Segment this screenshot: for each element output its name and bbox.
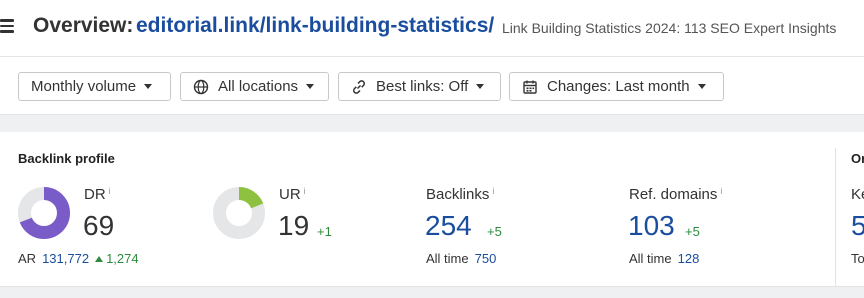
ref-domains-all-time-row: All time 128	[629, 251, 699, 266]
best-links-dropdown-label: Best links: Off	[376, 78, 469, 95]
cut-off-metric-value[interactable]: 5	[851, 210, 864, 242]
cut-off-metric-label: Ke	[851, 186, 864, 203]
all-time-label: All time	[426, 251, 469, 266]
backlinks-label-group: Backlinks i	[426, 186, 494, 203]
backlinks-all-time-value[interactable]: 750	[475, 251, 497, 266]
page-subtitle: Link Building Statistics 2024: 113 SEO E…	[502, 20, 837, 36]
globe-icon	[193, 79, 209, 95]
best-links-dropdown[interactable]: Best links: Off	[338, 72, 501, 101]
ur-label-group: UR i	[279, 186, 306, 203]
ref-domains-value[interactable]: 103	[628, 210, 675, 242]
locations-dropdown-label: All locations	[218, 78, 299, 95]
ref-domains-label-group: Ref. domains i	[629, 186, 722, 203]
ar-label: AR	[18, 251, 37, 266]
ref-domains-all-time-value[interactable]: 128	[678, 251, 700, 266]
all-time-label: All time	[629, 251, 672, 266]
link-icon	[351, 79, 367, 95]
backlinks-all-time-row: All time 750	[426, 251, 496, 266]
filter-bar: Monthly volume All locations Best links:…	[0, 56, 864, 114]
chevron-down-icon	[306, 84, 315, 89]
ar-change: 1,274	[95, 251, 139, 266]
locations-dropdown[interactable]: All locations	[180, 72, 329, 101]
info-icon[interactable]: i	[492, 186, 494, 196]
dr-value: 69	[83, 210, 115, 241]
target-url-link[interactable]: editorial.link/link-building-statistics/	[136, 14, 494, 38]
ur-donut-chart	[213, 187, 265, 239]
info-icon[interactable]: i	[304, 186, 306, 196]
section-separator	[0, 286, 864, 298]
dr-donut-chart	[18, 187, 70, 239]
backlink-profile-panel: Backlink profile Or DR i 69 AR 131,772 1,27…	[0, 132, 864, 286]
panel-divider	[835, 148, 836, 286]
dr-label-group: DR i	[84, 186, 111, 203]
section-title: Backlink profile	[18, 151, 115, 166]
page-title: Overview:	[33, 14, 134, 37]
ar-value[interactable]: 131,772	[42, 251, 89, 266]
chevron-down-icon	[144, 84, 153, 89]
section-separator	[0, 114, 864, 132]
backlinks-value[interactable]: 254	[425, 210, 472, 242]
ur-delta: +1	[317, 224, 332, 239]
backlinks-label: Backlinks	[426, 186, 490, 203]
changes-dropdown-label: Changes: Last month	[547, 78, 690, 95]
backlinks-delta: +5	[487, 224, 502, 239]
calendar-icon	[522, 79, 538, 95]
cut-off-foot: To	[851, 251, 864, 266]
ar-change-value: 1,274	[106, 251, 139, 266]
chevron-down-icon	[476, 84, 485, 89]
chevron-down-icon	[697, 84, 706, 89]
up-arrow-icon	[95, 256, 104, 262]
dr-label: DR	[84, 186, 106, 203]
next-section-title: Or	[851, 151, 864, 166]
page-header: Overview: editorial.link/link-building-s…	[0, 0, 864, 56]
volume-dropdown[interactable]: Monthly volume	[18, 72, 171, 101]
ur-value: 19	[278, 210, 310, 241]
ur-label: UR	[279, 186, 301, 203]
ref-domains-label: Ref. domains	[629, 186, 718, 203]
info-icon[interactable]: i	[720, 186, 722, 196]
ar-row: AR 131,772 1,274	[18, 251, 139, 266]
info-icon[interactable]: i	[109, 186, 111, 196]
volume-dropdown-label: Monthly volume	[31, 78, 137, 95]
hamburger-menu-icon[interactable]	[0, 19, 14, 33]
changes-dropdown[interactable]: Changes: Last month	[509, 72, 724, 101]
ref-domains-delta: +5	[685, 224, 700, 239]
